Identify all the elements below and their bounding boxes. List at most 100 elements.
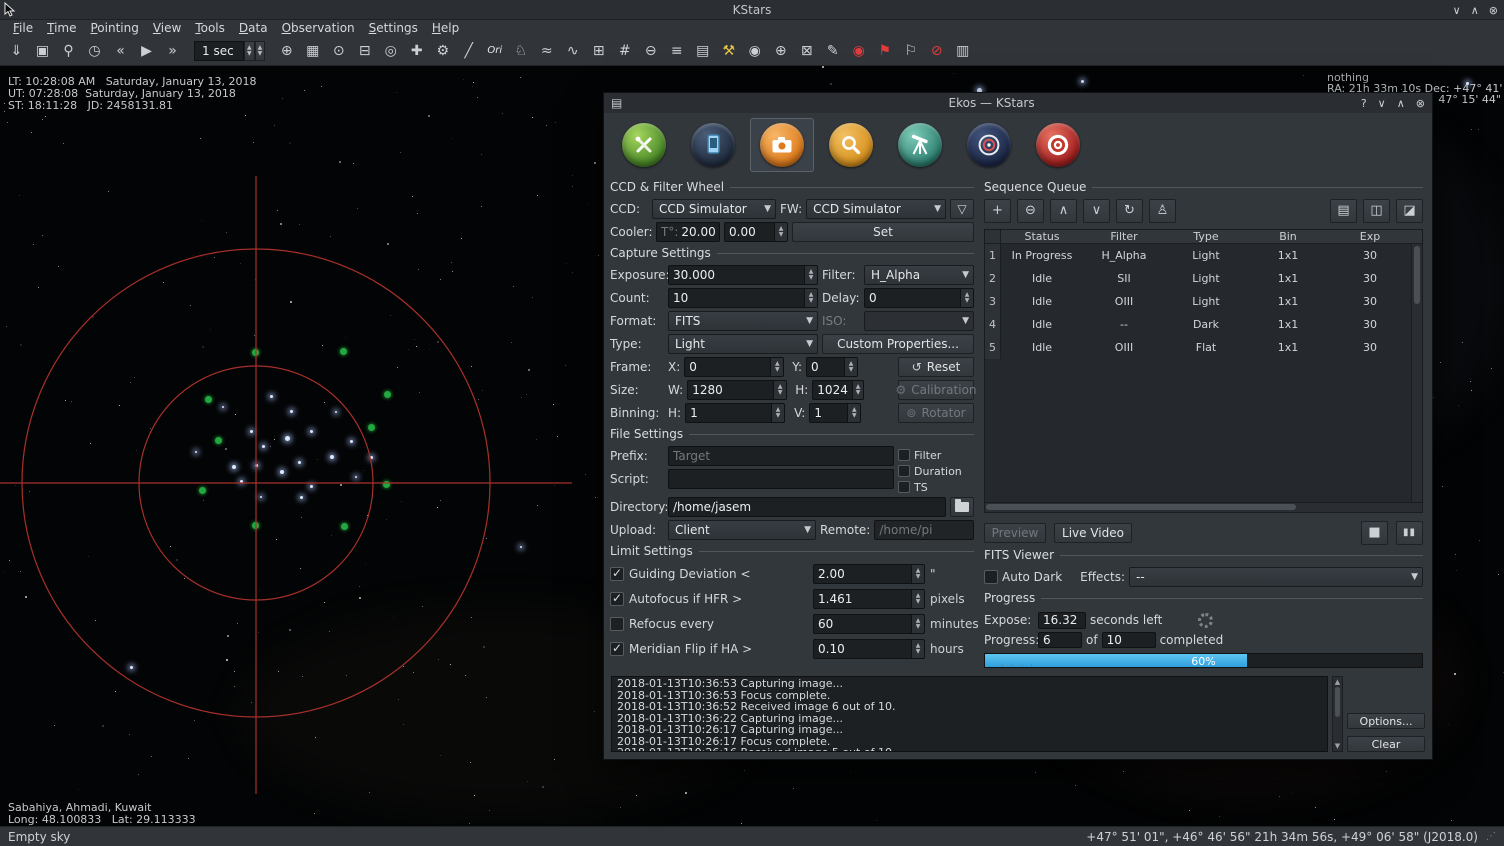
bin-h-spinbox[interactable]: 1▲▼ (685, 403, 785, 423)
menu-tools[interactable]: Tools (188, 20, 232, 37)
log-splitter-handle[interactable]: · · · · (604, 663, 1432, 669)
spin-arrows[interactable]: ▲▼ (774, 223, 787, 241)
limit-checkbox[interactable] (610, 592, 624, 606)
deep-sky-objects-icon[interactable]: ◎ (378, 39, 403, 64)
preview-button[interactable]: Preview (984, 523, 1046, 543)
set-temperature-button[interactable]: Set (792, 222, 974, 242)
constellation-art-icon[interactable]: ♘ (508, 39, 533, 64)
limit-value-spinbox[interactable]: 2.00▲▼ (813, 564, 925, 584)
options-button[interactable]: Options... (1347, 713, 1425, 729)
script-input[interactable] (668, 469, 894, 489)
tab-capture[interactable] (750, 118, 814, 172)
window-close-icon[interactable]: ⊗ (1489, 4, 1498, 17)
download-data-icon[interactable]: ⇓ (4, 39, 29, 64)
coordinate-grid-icon[interactable]: ⊞ (586, 39, 611, 64)
limit-checkbox[interactable] (610, 567, 624, 581)
tab-focus[interactable] (819, 118, 883, 172)
menu-settings[interactable]: Settings (362, 20, 425, 37)
flag-icon[interactable]: ⚑ (872, 39, 897, 64)
advance-time-forward-icon[interactable]: » (160, 39, 185, 64)
window-titlebar[interactable]: KStars ∨ ∧ ⊗ (0, 0, 1504, 20)
frame-x-spinbox[interactable]: 0▲▼ (684, 357, 784, 377)
sky-image-overlay-icon[interactable]: ▦ (300, 39, 325, 64)
live-video-button[interactable]: Live Video (1054, 523, 1132, 543)
menu-observation[interactable]: Observation (275, 20, 362, 37)
custom-properties-button[interactable]: Custom Properties... (822, 334, 974, 354)
filter-select[interactable]: H_Alpha▼ (864, 265, 974, 285)
pause-sequence-button[interactable]: ▮▮ (1396, 521, 1423, 545)
observation-list-icon[interactable]: ▤ (690, 39, 715, 64)
resize-grip[interactable]: ⋰ (1486, 831, 1496, 842)
observer-icon[interactable]: ♙ (1149, 199, 1176, 223)
center-on-target-icon[interactable]: ⊕ (768, 39, 793, 64)
advance-time-backward-icon[interactable]: « (108, 39, 133, 64)
ts-checkbox[interactable] (898, 481, 910, 493)
remove-job-icon[interactable]: ⊖ (1017, 199, 1044, 223)
indi-control-panel-icon[interactable]: ⚙ (430, 39, 455, 64)
time-step-control[interactable]: 1 sec ▲▼ ▲▼ (194, 41, 265, 61)
limit-checkbox[interactable] (610, 642, 624, 656)
save-sequence-icon[interactable]: ◫ (1363, 199, 1390, 223)
shade-icon[interactable]: ∨ (1378, 97, 1386, 110)
log-scrollbar[interactable]: ▲▼ (1332, 676, 1343, 752)
save-sequence-as-icon[interactable]: ◪ (1396, 199, 1423, 223)
find-object-icon[interactable]: ⚲ (56, 39, 81, 64)
exposure-spinbox[interactable]: 30.000▲▼ (668, 265, 818, 285)
target-temperature-spinbox[interactable]: 0.00▲▼ (724, 222, 788, 242)
eyepiece-view-icon[interactable]: ◉ (742, 39, 767, 64)
record-video-icon[interactable]: ◉ (846, 39, 871, 64)
solar-system-icon[interactable]: ⊙ (326, 39, 351, 64)
upload-mode-select[interactable]: Client▼ (668, 520, 816, 540)
menu-pointing[interactable]: Pointing (83, 20, 145, 37)
tab-mount[interactable] (888, 118, 952, 172)
prefix-input[interactable]: Target (668, 446, 894, 466)
frame-y-spinbox[interactable]: 0▲▼ (806, 357, 858, 377)
limit-checkbox[interactable] (610, 617, 624, 631)
altitude-vs-time-icon[interactable]: ╱ (456, 39, 481, 64)
sequence-row[interactable]: 4 Idle -- Dark 1x1 30 (985, 313, 1422, 336)
export-sky-image-icon[interactable]: ▣ (30, 39, 55, 64)
tab-setup[interactable] (612, 118, 676, 172)
auto-dark-checkbox[interactable] (984, 570, 998, 584)
stop-sequence-button[interactable]: ■ (1361, 521, 1388, 545)
limit-value-spinbox[interactable]: 0.10▲▼ (813, 639, 925, 659)
format-select[interactable]: FITS▼ (668, 311, 818, 331)
sky-paint-icon[interactable]: ⚒ (716, 39, 741, 64)
filter-checkbox[interactable] (898, 449, 910, 461)
set-time-icon[interactable]: ◷ (82, 39, 107, 64)
limit-value-spinbox[interactable]: 60▲▼ (813, 614, 925, 634)
horizontal-grid-icon[interactable]: # (612, 39, 637, 64)
ecliptic-icon[interactable]: ∿ (560, 39, 585, 64)
scroll-down-icon[interactable]: ▼ (1335, 742, 1340, 750)
stars-toggle-icon[interactable]: ✚ (404, 39, 429, 64)
table-vertical-scrollbar[interactable] (1411, 244, 1422, 502)
close-icon[interactable]: ⊗ (1416, 97, 1425, 110)
annotation-pen-icon[interactable]: ✎ (820, 39, 845, 64)
tab-scheduler[interactable] (681, 118, 745, 172)
time-step-up-down[interactable]: ▲▼ (244, 41, 255, 61)
duration-checkbox[interactable] (898, 465, 910, 477)
window-maximize-icon[interactable]: ∧ (1471, 4, 1479, 17)
browse-directory-button[interactable] (950, 497, 974, 517)
delay-spinbox[interactable]: 0▲▼ (864, 288, 974, 308)
fov-symbol-icon[interactable]: ⊕ (274, 39, 299, 64)
open-sequence-icon[interactable]: ▤ (1330, 199, 1357, 223)
sequence-row[interactable]: 3 Idle OIII Light 1x1 30 (985, 290, 1422, 313)
sequence-row[interactable]: 2 Idle SII Light 1x1 30 (985, 267, 1422, 290)
filter-wheel-select[interactable]: CCD Simulator▼ (806, 199, 946, 219)
effects-select[interactable]: --▼ (1129, 567, 1423, 587)
reset-queue-icon[interactable]: ↻ (1116, 199, 1143, 223)
directory-input[interactable]: /home/jasem (668, 497, 946, 517)
maximize-icon[interactable]: ∧ (1397, 97, 1405, 110)
window-shade-icon[interactable]: ∨ (1453, 4, 1461, 17)
stop-tracking-icon[interactable]: ⊘ (924, 39, 949, 64)
scroll-up-icon[interactable]: ▲ (1335, 678, 1340, 686)
ccd-select[interactable]: CCD Simulator▼ (652, 199, 776, 219)
size-w-spinbox[interactable]: 1280▲▼ (687, 380, 787, 400)
menu-help[interactable]: Help (425, 20, 466, 37)
help-icon[interactable]: ? (1361, 97, 1367, 110)
horizon-icon[interactable]: ⊖ (638, 39, 663, 64)
flag-alt-icon[interactable]: ⚐ (898, 39, 923, 64)
sequence-row[interactable]: 5 Idle OIII Flat 1x1 30 (985, 336, 1422, 359)
menu-file[interactable]: File (6, 20, 40, 37)
